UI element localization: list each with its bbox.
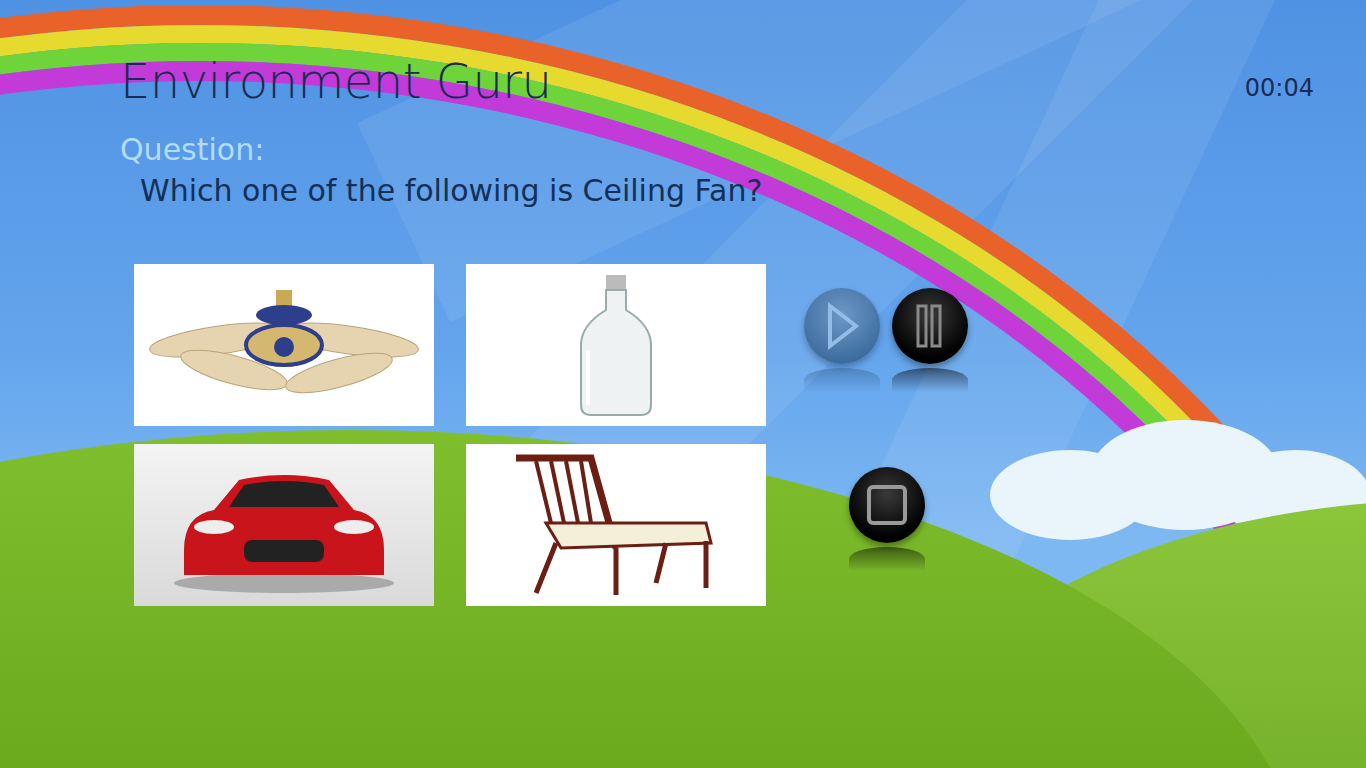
stop-button[interactable] <box>849 467 925 543</box>
question-text: Which one of the following is Ceiling Fa… <box>140 170 1314 212</box>
button-reflection <box>849 547 925 571</box>
control-kind <box>900 296 960 356</box>
timer: 00:04 <box>1245 74 1314 102</box>
media-controls <box>804 264 970 606</box>
control-kind <box>857 475 917 535</box>
answer-option[interactable] <box>134 444 434 606</box>
play-icon <box>812 296 872 356</box>
quiz-area <box>134 264 1314 606</box>
bottle-icon <box>556 270 676 420</box>
button-reflection <box>892 368 968 392</box>
control-kind <box>812 296 872 356</box>
stop-icon <box>857 475 917 535</box>
ceiling-fan-icon <box>139 285 429 405</box>
answer-option[interactable] <box>466 444 766 606</box>
answer-option[interactable] <box>134 264 434 426</box>
pause-icon <box>900 296 960 356</box>
app-title: Environment Guru <box>120 50 552 112</box>
pause-button[interactable] <box>892 288 968 364</box>
play-button <box>804 288 880 364</box>
question-label: Question: <box>120 130 1314 170</box>
answer-options <box>134 264 766 606</box>
chair-icon <box>506 453 726 598</box>
car-icon <box>169 455 399 595</box>
button-reflection <box>804 368 880 392</box>
header: Environment Guru 00:04 <box>120 50 1314 112</box>
answer-option[interactable] <box>466 264 766 426</box>
